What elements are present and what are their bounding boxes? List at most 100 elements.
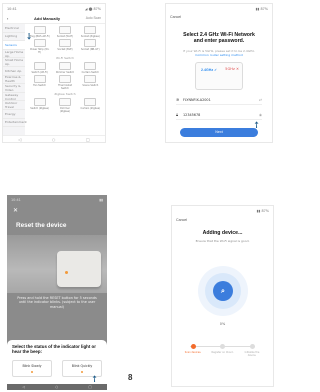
recents-nav-icon[interactable]: □: [86, 137, 90, 142]
search-icon: ⌕: [213, 281, 233, 301]
device-tile[interactable]: Curtain Switch: [80, 62, 100, 74]
sidebar-item[interactable]: Exercise & Health: [3, 75, 25, 85]
device-icon: [58, 75, 71, 83]
sidebar-item[interactable]: Energy: [3, 110, 25, 119]
device-label: Socket (Zigbee): [80, 35, 100, 38]
device-tile[interactable]: Socket (Wi-Fi): [55, 26, 75, 38]
device-tile[interactable]: Dimmer (Zigbee): [55, 98, 75, 113]
device-label: Power Strip (Wi-Fi): [30, 48, 50, 54]
ssid-field[interactable]: ≋ FLYNNFIX-A2001 ⇄: [176, 96, 262, 105]
device-tile[interactable]: Dimmer Switch: [55, 62, 75, 74]
section-title: Zigbee Switch: [54, 92, 76, 96]
device-tile[interactable]: Thermostat Switch: [55, 75, 75, 90]
device-tile[interactable]: Switch (Zigbee): [30, 98, 50, 113]
sidebar-item[interactable]: Entertainment: [3, 119, 27, 128]
device-label: Socket (Wi-Fi): [56, 35, 74, 38]
device-icon: [84, 39, 97, 47]
device-icon: [58, 98, 71, 106]
device-grid: Plug (BLE+Wi-Fi) Socket (Wi-Fi) Socket (Zi…: [25, 24, 105, 135]
adding-subtitle: Ensure that the Wi-Fi signal is good.: [195, 239, 250, 243]
nav-bar: ◁ ○ □: [3, 135, 105, 142]
sidebar-item[interactable]: Gateway Control: [3, 93, 25, 102]
device-tile[interactable]: Power Strip (Wi-Fi): [30, 39, 50, 54]
device-tile[interactable]: Switch (Wi-Fi): [30, 62, 50, 74]
ssid-value: FLYNNFIX-A2001: [183, 97, 211, 102]
reset-title: Reset the device: [16, 222, 67, 229]
lock-icon: 🔒︎: [176, 112, 179, 118]
sidebar-item[interactable]: Small Home Ap.: [3, 58, 25, 67]
step-scan: Scan devices.: [182, 344, 204, 354]
wifi-select-screen: ▮▮ 87% Cancel Select 2.4 GHz Wi-Fi Netwo…: [165, 3, 273, 143]
status-bar: ▮▮ 87%: [255, 6, 268, 11]
device-icon: [58, 62, 71, 70]
device-icon: [58, 39, 71, 47]
sidebar-item[interactable]: Kitchen Ap.: [3, 67, 25, 76]
add-manually-screen: 10:41 ◢ ⬤ 87% ‹ Add Manually Auto Scan E…: [2, 3, 106, 143]
status-time: 10:41: [7, 6, 17, 11]
device-icon: [33, 62, 46, 70]
step-register: Register on Cloud.: [212, 344, 234, 354]
next-button[interactable]: Next: [180, 127, 258, 137]
status-icons: ◢ ⬤ 87%: [84, 6, 101, 11]
section-title: Wi-Fi Switch: [55, 56, 75, 60]
password-value: 12345678: [183, 112, 201, 117]
device-tile[interactable]: Socket (NB-IoT): [80, 39, 100, 54]
wifi-subtitle: If your Wi-Fi is 5GHz, please set it to …: [183, 48, 255, 57]
device-label: Switch (Zigbee): [30, 107, 50, 110]
device-tile[interactable]: Curtain (Zigbee): [80, 98, 100, 113]
device-tile[interactable]: Socket (BLE): [55, 39, 75, 54]
status-bar: ▮▮ 87%: [256, 208, 269, 213]
wifi-ok-label: 2.4GHz ✓: [201, 67, 218, 72]
device-icon: [58, 26, 71, 34]
led-dot-icon: [80, 370, 84, 374]
indicator-led: [65, 271, 68, 274]
cancel-button[interactable]: Cancel: [166, 13, 272, 21]
device-label: Socket (NB-IoT): [81, 48, 100, 51]
sidebar-item[interactable]: Sensors: [3, 41, 25, 50]
progress-percent: 0%: [219, 322, 226, 326]
device-label: Fan Switch: [33, 84, 47, 87]
sidebar-item[interactable]: Security & Video: [3, 84, 25, 93]
reset-description: Press and hold the RESET button for 5 se…: [17, 296, 97, 309]
router-settings-link[interactable]: Common router setting method: [195, 53, 243, 57]
device-icon: [84, 98, 97, 106]
home-nav-icon[interactable]: ○: [55, 385, 58, 389]
password-field[interactable]: 🔒︎ 12345678 ◉: [176, 111, 262, 120]
sidebar-item[interactable]: Large Home Ap.: [3, 50, 25, 59]
recents-nav-icon[interactable]: □: [89, 385, 92, 389]
device-icon: [84, 75, 97, 83]
switch-network-icon[interactable]: ⇄: [259, 98, 262, 102]
device-label: Thermostat Switch: [58, 84, 72, 90]
back-button[interactable]: ‹: [7, 16, 8, 21]
eye-icon[interactable]: ◉: [259, 113, 262, 117]
device-photo: [7, 235, 107, 293]
device-tile[interactable]: Scene Switch: [80, 75, 100, 90]
router-illustration: 2.4GHz ✓ 5GHz ✕: [195, 61, 243, 90]
status-time: 10:41: [11, 197, 21, 202]
wifi-bad-label: 5GHz ✕: [225, 66, 239, 71]
device-label: Dimmer (Zigbee): [59, 107, 71, 113]
reset-device-screen: 10:41 ▮▮ ✕ Reset the device Press and hol…: [7, 195, 107, 390]
sidebar-item[interactable]: Electrical: [3, 24, 25, 33]
device-icon: [33, 26, 46, 34]
device-tile[interactable]: Fan Switch: [30, 75, 50, 90]
page-title: Add Manually: [34, 15, 61, 21]
wifi-icon: ≋: [176, 97, 180, 103]
wifi-title: Select 2.4 GHz Wi-Fi Network and enter p…: [183, 32, 255, 45]
auto-scan-button[interactable]: Auto Scan: [86, 16, 101, 20]
device-tile[interactable]: Socket (Zigbee): [80, 26, 100, 38]
status-bar: 10:41 ◢ ⬤ 87%: [3, 4, 105, 13]
blink-slowly-option[interactable]: Blink Slowly: [12, 359, 52, 377]
step-initialize: Initialize the device.: [241, 344, 263, 357]
sidebar-item[interactable]: Outdoor Travel: [3, 101, 25, 110]
close-icon[interactable]: ✕: [13, 207, 18, 214]
indicator-question: Select the status of the indicator light…: [12, 344, 96, 355]
device-icon: [84, 26, 97, 34]
back-nav-icon[interactable]: ◁: [22, 385, 25, 389]
device-label: Switch (Wi-Fi): [31, 71, 48, 74]
back-nav-icon[interactable]: ◁: [18, 137, 21, 142]
device-label: Curtain (Zigbee): [80, 107, 101, 110]
cancel-button[interactable]: Cancel: [172, 215, 273, 225]
home-nav-icon[interactable]: ○: [52, 137, 56, 142]
status-bar: 10:41 ▮▮: [11, 197, 103, 202]
